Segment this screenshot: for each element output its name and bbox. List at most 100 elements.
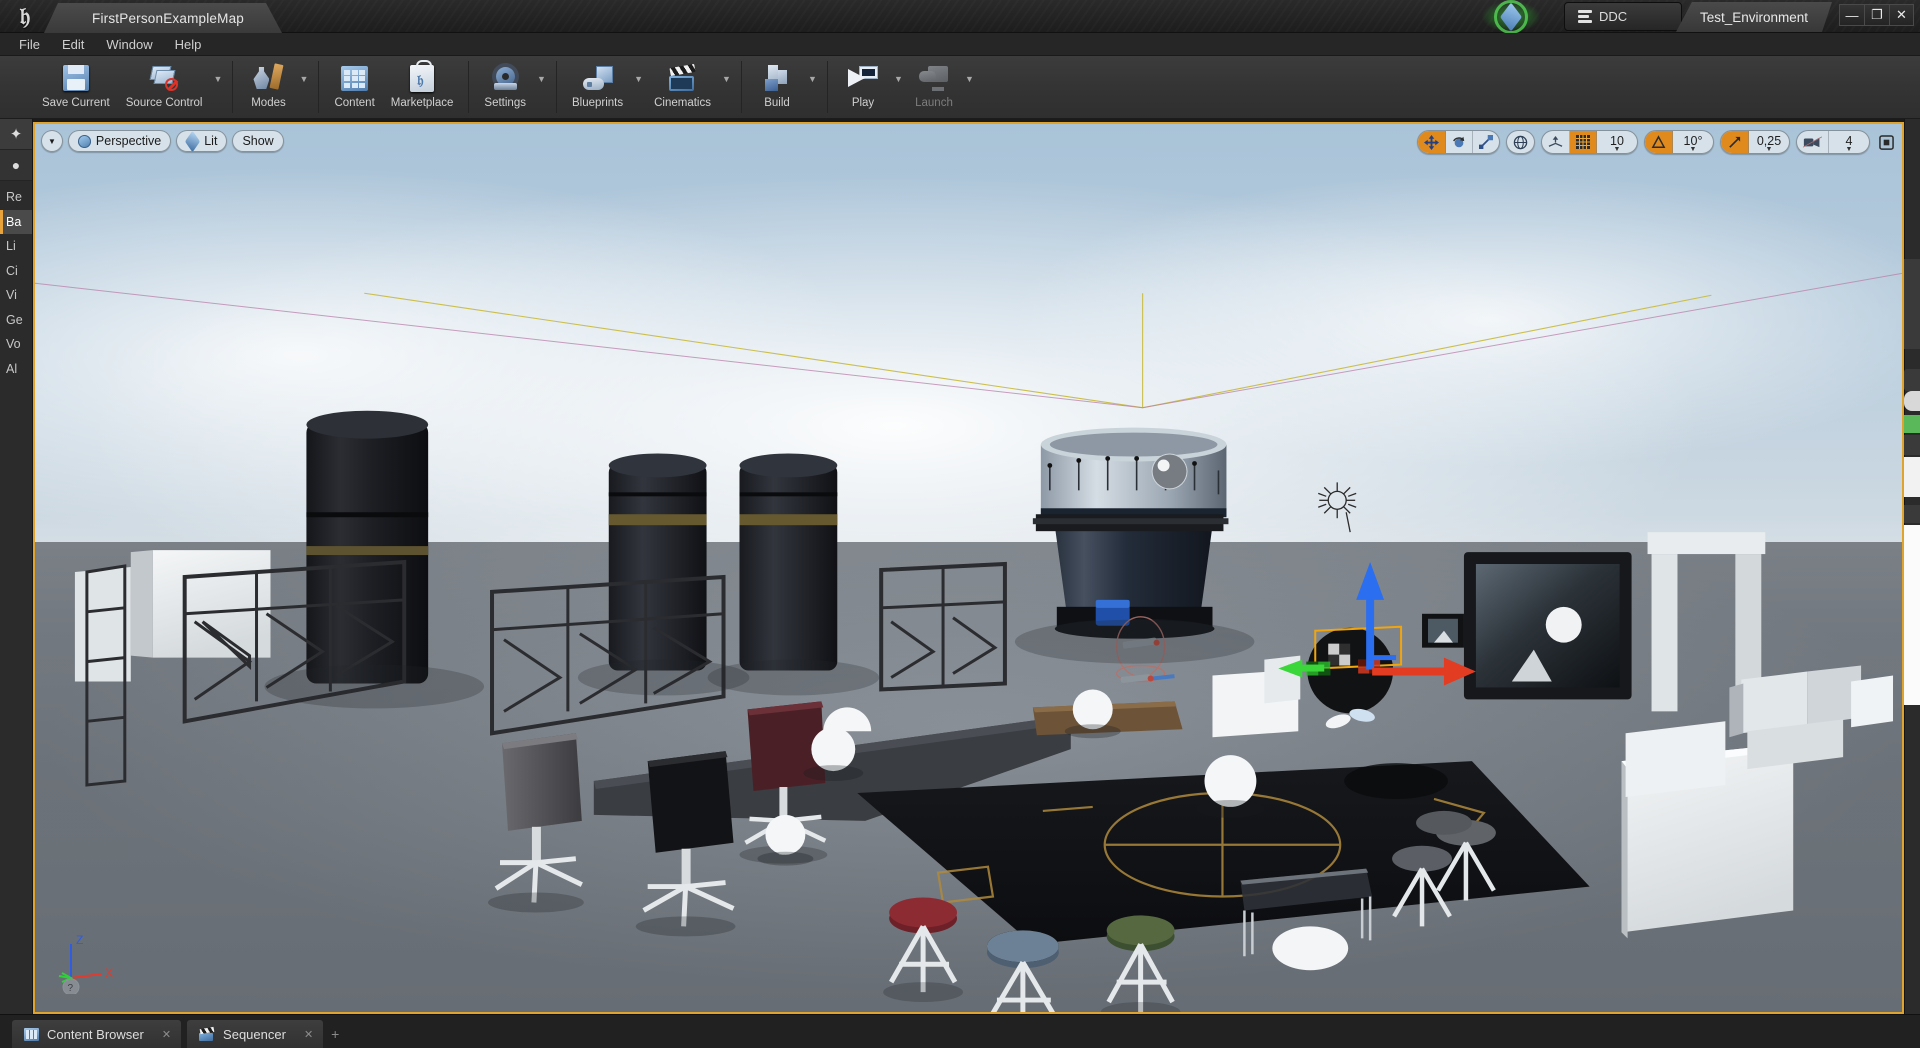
menu-item-edit[interactable]: Edit bbox=[51, 35, 95, 54]
category-cinematic[interactable]: Ci bbox=[0, 259, 32, 284]
play-button[interactable]: Play bbox=[835, 56, 891, 119]
chevron-down-icon: ▼ bbox=[1613, 146, 1621, 153]
category-lights[interactable]: Li bbox=[0, 234, 32, 259]
map-tab-label: FirstPersonExampleMap bbox=[92, 10, 245, 26]
close-button[interactable]: ✕ bbox=[1889, 4, 1914, 26]
camera-speed-value[interactable]: 4 ▼ bbox=[1829, 131, 1869, 154]
view-mode-button[interactable]: Lit bbox=[176, 130, 228, 152]
menu-item-file[interactable]: File bbox=[8, 35, 51, 54]
translate-mode-button[interactable] bbox=[1418, 131, 1446, 153]
play-combo: Play ▼ bbox=[835, 56, 906, 119]
rotation-snap-value[interactable]: 10° ▼ bbox=[1673, 131, 1713, 154]
menu-bar: File Edit Window Help bbox=[0, 33, 1920, 56]
settings-gear-icon bbox=[488, 62, 522, 94]
cinematics-icon bbox=[666, 62, 700, 94]
ground-plane bbox=[35, 542, 1902, 1012]
blueprints-button[interactable]: Blueprints bbox=[564, 56, 631, 119]
marketplace-button[interactable]: 𝔥 Marketplace bbox=[383, 56, 462, 119]
axis-x-line bbox=[70, 973, 102, 979]
category-volumes[interactable]: Vo bbox=[0, 332, 32, 357]
content-icon bbox=[338, 62, 372, 94]
toolbar-group-play: Play ▼ Launch ▼ bbox=[835, 56, 977, 119]
scale-mode-button[interactable] bbox=[1473, 131, 1499, 153]
source-control-icon bbox=[147, 62, 181, 94]
sliver-block-c bbox=[1904, 415, 1920, 433]
modes-dropdown-arrow[interactable]: ▼ bbox=[296, 74, 311, 84]
main-toolbar: Save Current Source Control ▼ Modes ▼ Co… bbox=[0, 56, 1920, 119]
source-control-dropdown-arrow[interactable]: ▼ bbox=[210, 74, 225, 84]
source-control-combo: Source Control ▼ bbox=[118, 56, 226, 119]
viewport-options-button[interactable]: ▼ bbox=[41, 130, 63, 152]
globe-icon bbox=[1513, 135, 1528, 149]
menu-item-help[interactable]: Help bbox=[164, 35, 213, 54]
cinematics-button[interactable]: Cinematics bbox=[646, 56, 719, 119]
scale-snap-icon bbox=[1729, 136, 1741, 148]
rotation-snap-button[interactable] bbox=[1645, 131, 1673, 153]
maximize-icon bbox=[1878, 134, 1894, 150]
cook-content-icon[interactable] bbox=[1480, 0, 1542, 34]
maximize-viewport-button[interactable] bbox=[1876, 132, 1896, 152]
view-type-button[interactable]: Perspective bbox=[67, 130, 172, 152]
details-panel-sliver[interactable] bbox=[1904, 119, 1920, 1048]
show-menu-button[interactable]: Show bbox=[232, 130, 284, 152]
launch-label: Launch bbox=[915, 97, 953, 109]
play-icon bbox=[846, 62, 880, 94]
tab-content-browser-close[interactable]: ✕ bbox=[162, 1028, 171, 1041]
category-basic[interactable]: Ba bbox=[0, 209, 32, 234]
ddc-button[interactable]: DDC bbox=[1564, 2, 1682, 31]
blueprints-dropdown-arrow[interactable]: ▼ bbox=[631, 74, 646, 84]
axis-z-label: Z bbox=[76, 933, 83, 947]
world-space-button[interactable] bbox=[1507, 131, 1534, 153]
map-tab[interactable]: FirstPersonExampleMap bbox=[44, 3, 282, 33]
show-menu-label: Show bbox=[242, 134, 274, 148]
level-viewport[interactable]: ▼ Perspective Lit Show 10 ▼ 10° ▼ 0,25 ▼… bbox=[33, 122, 1904, 1014]
blueprints-icon bbox=[581, 62, 615, 94]
content-button[interactable]: Content bbox=[326, 56, 382, 119]
scale-snap-value[interactable]: 0,25 ▼ bbox=[1749, 131, 1789, 154]
sliver-block-f bbox=[1904, 505, 1920, 523]
category-geometry[interactable]: Ge bbox=[0, 308, 32, 333]
modes-button[interactable]: Modes bbox=[240, 56, 296, 119]
cinematics-dropdown-arrow[interactable]: ▼ bbox=[719, 74, 734, 84]
launch-button[interactable]: Launch bbox=[906, 56, 962, 119]
paint-mode-tab[interactable]: ● bbox=[0, 150, 32, 181]
play-dropdown-arrow[interactable]: ▼ bbox=[891, 74, 906, 84]
category-all-classes[interactable]: Al bbox=[0, 357, 32, 382]
blueprints-combo: Blueprints ▼ bbox=[564, 56, 646, 119]
settings-dropdown-arrow[interactable]: ▼ bbox=[534, 74, 549, 84]
project-tab[interactable]: Test_Environment bbox=[1676, 2, 1832, 32]
launch-dropdown-arrow[interactable]: ▼ bbox=[962, 74, 977, 84]
source-control-button[interactable]: Source Control bbox=[118, 56, 211, 119]
save-current-label: Save Current bbox=[42, 97, 110, 109]
minimize-button[interactable]: — bbox=[1839, 4, 1864, 26]
build-dropdown-arrow[interactable]: ▼ bbox=[805, 74, 820, 84]
settings-label: Settings bbox=[484, 97, 526, 109]
svg-text:?: ? bbox=[68, 983, 74, 994]
category-recently-placed[interactable]: Re bbox=[0, 185, 32, 210]
window-controls: — ❐ ✕ bbox=[1839, 4, 1914, 26]
modes-tab-strip: ✦ ● bbox=[0, 119, 32, 181]
camera-speed-button[interactable] bbox=[1797, 131, 1829, 153]
tab-content-browser[interactable]: Content Browser ✕ bbox=[12, 1020, 182, 1048]
tab-sequencer[interactable]: Sequencer ✕ bbox=[187, 1020, 324, 1048]
save-current-button[interactable]: Save Current bbox=[34, 56, 118, 119]
category-visual-effects[interactable]: Vi bbox=[0, 283, 32, 308]
settings-button[interactable]: Settings bbox=[476, 56, 534, 119]
toolbar-separator bbox=[468, 61, 470, 113]
grid-snap-button[interactable] bbox=[1570, 131, 1597, 153]
paint-mode-icon: ● bbox=[11, 157, 21, 173]
scale-snap-button[interactable] bbox=[1721, 131, 1749, 153]
save-icon bbox=[59, 62, 93, 94]
menu-item-window[interactable]: Window bbox=[95, 35, 163, 54]
surface-snap-button[interactable] bbox=[1542, 131, 1570, 153]
build-label: Build bbox=[764, 97, 790, 109]
rotate-mode-button[interactable] bbox=[1446, 131, 1473, 153]
build-button[interactable]: Build bbox=[749, 56, 805, 119]
place-mode-tab[interactable]: ✦ bbox=[0, 119, 32, 150]
tab-sequencer-close[interactable]: ✕ bbox=[304, 1028, 313, 1041]
transform-mode-group bbox=[1417, 130, 1500, 154]
grid-snap-value[interactable]: 10 ▼ bbox=[1597, 131, 1637, 154]
add-tab-button[interactable]: + bbox=[329, 1026, 345, 1048]
restore-button[interactable]: ❐ bbox=[1864, 4, 1889, 26]
sliver-block-d bbox=[1904, 435, 1920, 455]
